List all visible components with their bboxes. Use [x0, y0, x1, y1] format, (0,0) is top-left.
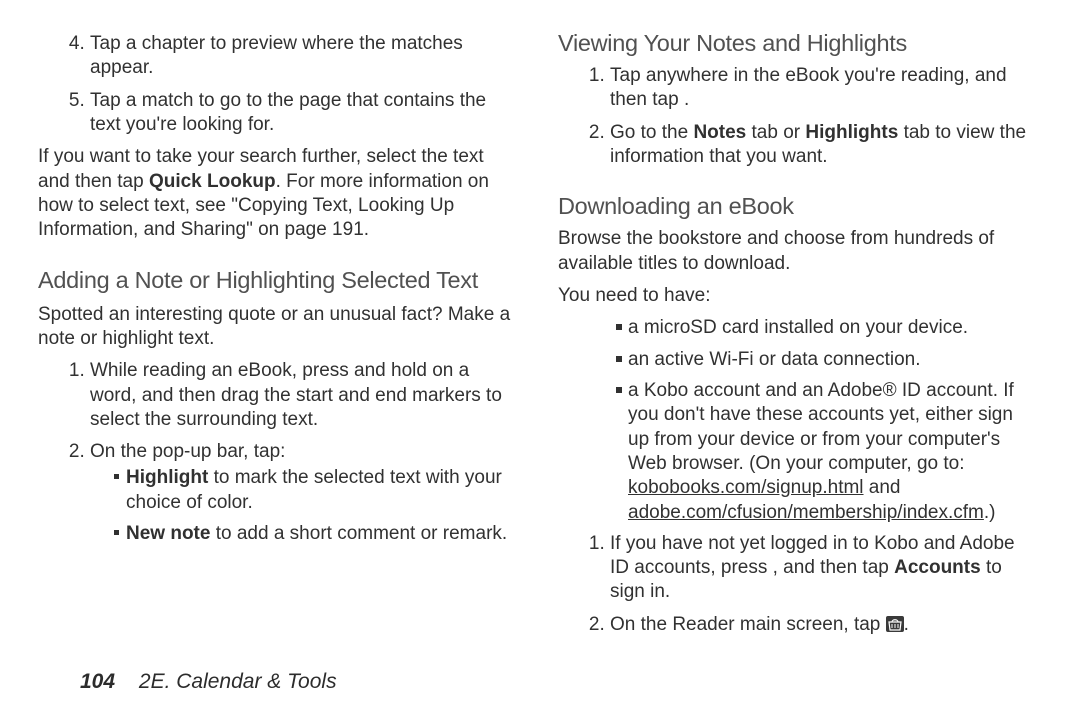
paragraph-quick-lookup: If you want to take your search further,… [38, 145, 518, 242]
text-run: Go to the [610, 122, 693, 143]
list-item: If you have not yet logged in to Kobo an… [610, 532, 1038, 605]
bold-text: Highlight [126, 467, 208, 488]
shopping-basket-icon [886, 615, 904, 639]
paragraph-dl-intro: Browse the bookstore and choose from hun… [558, 227, 1038, 276]
add-note-steps: While reading an eBook, press and hold o… [38, 359, 518, 546]
list-item: On the pop-up bar, tap: Highlight to mar… [90, 440, 518, 546]
list-item: On the Reader main screen, tap . [610, 613, 1038, 639]
continued-ordered-list: Tap a chapter to preview where the match… [38, 32, 518, 137]
list-item: Go to the Notes tab or Highlights tab to… [610, 121, 1038, 170]
link-adobe[interactable]: adobe.com/cfusion/membership/index.cfm [628, 502, 984, 523]
bold-text: Accounts [894, 557, 981, 578]
heading-downloading: Downloading an eBook [558, 191, 1038, 221]
paragraph-add-intro: Spotted an interesting quote or an unusu… [38, 303, 518, 352]
list-item: While reading an eBook, press and hold o… [90, 359, 518, 432]
heading-viewing-notes: Viewing Your Notes and Highlights [558, 28, 1038, 58]
link-kobobooks[interactable]: kobobooks.com/signup.html [628, 477, 864, 498]
list-item: Tap a match to go to the page that conta… [90, 89, 518, 138]
text-run: .) [984, 502, 996, 523]
download-steps: If you have not yet logged in to Kobo an… [558, 532, 1038, 639]
text-run: a Kobo account and an Adobe® ID account.… [628, 380, 1014, 474]
text-run: to add a short comment or remark. [210, 523, 507, 544]
text-run: tab or [746, 122, 805, 143]
bold-text: Notes [693, 122, 746, 143]
two-column-layout: Tap a chapter to preview where the match… [38, 28, 1042, 647]
bold-text: Highlights [805, 122, 898, 143]
list-item: Tap a chapter to preview where the match… [90, 32, 518, 81]
nested-bullets: Highlight to mark the selected text with… [90, 466, 518, 546]
bold-text: Quick Lookup [149, 171, 276, 192]
paragraph-dl-need: You need to have: [558, 284, 1038, 308]
bullet-item: a Kobo account and an Adobe® ID account.… [616, 379, 1038, 525]
text-run: On the pop-up bar, tap: [90, 441, 285, 462]
view-notes-steps: Tap anywhere in the eBook you're reading… [558, 64, 1038, 169]
heading-adding-note: Adding a Note or Highlighting Selected T… [38, 265, 518, 295]
text-run: . [904, 614, 909, 635]
list-item: Tap anywhere in the eBook you're reading… [610, 64, 1038, 113]
requirements-list: a microSD card installed on your device.… [558, 316, 1038, 525]
right-column: Viewing Your Notes and Highlights Tap an… [558, 28, 1038, 647]
text-run: On the Reader main screen, tap [610, 614, 886, 635]
bullet-item: a microSD card installed on your device. [616, 316, 1038, 340]
bullet-item: an active Wi-Fi or data connection. [616, 348, 1038, 372]
section-title: 2E. Calendar & Tools [139, 670, 337, 693]
text-run: and [864, 477, 901, 498]
bullet-item: Highlight to mark the selected text with… [114, 466, 518, 515]
bullet-item: New note to add a short comment or remar… [114, 522, 518, 546]
left-column: Tap a chapter to preview where the match… [38, 28, 518, 647]
page-footer: 104 2E. Calendar & Tools [80, 670, 337, 694]
document-page: Tap a chapter to preview where the match… [0, 0, 1080, 720]
bold-text: New note [126, 523, 210, 544]
page-number: 104 [80, 670, 115, 693]
